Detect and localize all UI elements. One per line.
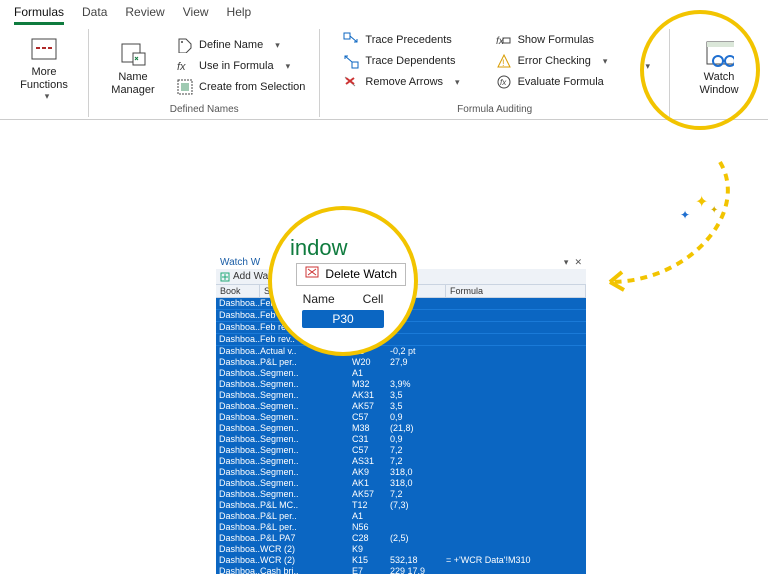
watch-row[interactable]: Dashboa...Cash bri..E7229 17,9 bbox=[216, 566, 586, 574]
show-formulas-icon: fx bbox=[496, 32, 512, 48]
delete-icon bbox=[305, 266, 319, 283]
watch-row[interactable]: Dashboa...Segmen..AS317,2 bbox=[216, 456, 586, 467]
more-functions-label: More Functions bbox=[20, 66, 68, 91]
use-in-formula-button[interactable]: fx Use in Formula ▾ bbox=[173, 57, 309, 75]
selection-icon bbox=[177, 79, 193, 95]
show-formulas-label: Show Formulas bbox=[518, 34, 594, 46]
remove-arrows-label: Remove Arrows bbox=[365, 76, 443, 88]
tab-data[interactable]: Data bbox=[82, 2, 107, 25]
chevron-down-icon: ▾ bbox=[455, 77, 460, 88]
watch-row[interactable]: Dashboa...Segmen..AK573,5 bbox=[216, 401, 586, 412]
group-formula-auditing: Trace Precedents Trace Dependents Remove… bbox=[320, 29, 670, 117]
watch-row[interactable]: Dashboa...WCR (2)K9 bbox=[216, 544, 586, 555]
group-label-empty2 bbox=[718, 104, 721, 115]
name-manager-label: Name Manager bbox=[111, 71, 154, 96]
zoom-delete-watch-label: Delete Watch bbox=[325, 267, 397, 281]
watch-row[interactable]: Dashboa...Segmen..AK313,5 bbox=[216, 390, 586, 401]
evaluate-formula-icon: fx bbox=[496, 74, 512, 90]
sparkle-icon: ✦ bbox=[695, 192, 708, 212]
fx-icon: fx bbox=[177, 58, 193, 74]
watch-window-title: Watch W bbox=[220, 257, 260, 268]
watch-row[interactable]: Dashboa...Segmen..C577,2 bbox=[216, 445, 586, 456]
watch-row[interactable]: Dashboa...P&L PA7C28(2,5) bbox=[216, 533, 586, 544]
group-label-empty bbox=[43, 104, 46, 115]
remove-arrows-button[interactable]: Remove Arrows ▾ bbox=[339, 73, 463, 91]
more-functions-icon bbox=[29, 35, 59, 63]
define-name-button[interactable]: Define Name ▾ bbox=[173, 36, 309, 54]
watch-window-button[interactable]: Watch Window bbox=[680, 36, 758, 96]
remove-arrows-icon bbox=[343, 74, 359, 90]
zoom-highlight-cell: P30 bbox=[302, 310, 383, 328]
watch-row[interactable]: Dashboa...Segmen..AK577,2 bbox=[216, 489, 586, 500]
chevron-down-icon[interactable]: ▾ bbox=[645, 61, 650, 72]
error-checking-label: Error Checking bbox=[518, 55, 591, 67]
ribbon-groups: More Functions ▾ Name Manager bbox=[0, 25, 768, 117]
trace-precedents-button[interactable]: Trace Precedents bbox=[339, 31, 463, 49]
evaluate-formula-label: Evaluate Formula bbox=[518, 76, 604, 88]
callout-arrow bbox=[590, 142, 760, 302]
use-in-formula-label: Use in Formula bbox=[199, 60, 274, 72]
zoom-col-cell: Cell bbox=[363, 292, 384, 306]
sparkle-icon: ✦ bbox=[710, 205, 718, 216]
zoom-delete-watch-button[interactable]: Delete Watch bbox=[296, 263, 406, 286]
watch-row[interactable]: Dashboa...P&L MC..T12(7,3) bbox=[216, 500, 586, 511]
trace-precedents-label: Trace Precedents bbox=[365, 34, 451, 46]
svg-text:fx: fx bbox=[177, 61, 186, 73]
add-icon bbox=[220, 272, 230, 282]
watch-row[interactable]: Dashboa...Segmen..C570,9 bbox=[216, 412, 586, 423]
watch-window-label: Watch Window bbox=[699, 71, 738, 96]
group-defined-names: Name Manager Define Name ▾ fx Us bbox=[89, 29, 320, 117]
chevron-down-icon: ▾ bbox=[603, 56, 608, 67]
more-functions-button[interactable]: More Functions ▾ bbox=[10, 31, 78, 102]
watch-row[interactable]: Dashboa...P&L per..W2027,9 bbox=[216, 357, 586, 368]
zoom-col-name: Name bbox=[303, 292, 335, 306]
close-icon[interactable]: ✕ bbox=[574, 257, 582, 268]
tab-strip: Formulas Data Review View Help bbox=[0, 0, 768, 25]
watch-row[interactable]: Dashboa...Segmen..AK9318,0 bbox=[216, 467, 586, 478]
tab-view[interactable]: View bbox=[183, 2, 209, 25]
watch-row[interactable]: Dashboa...P&L per..A1 bbox=[216, 511, 586, 522]
trace-dependents-label: Trace Dependents bbox=[365, 55, 455, 67]
watch-row[interactable]: Dashboa...Segmen..C310,9 bbox=[216, 434, 586, 445]
watch-row[interactable]: Dashboa...Segmen..M38(21,8) bbox=[216, 423, 586, 434]
name-manager-button[interactable]: Name Manager bbox=[99, 36, 167, 96]
trace-precedents-icon bbox=[343, 32, 359, 48]
watch-row[interactable]: Dashboa...Segmen..AK1318,0 bbox=[216, 478, 586, 489]
group-function-library: More Functions ▾ bbox=[0, 29, 89, 117]
callout-circle-zoom: indow Delete Watch Name Cell P30 bbox=[268, 206, 418, 356]
svg-text:fx: fx bbox=[500, 78, 507, 87]
show-formulas-button[interactable]: fx Show Formulas bbox=[492, 31, 612, 49]
trace-dependents-icon bbox=[343, 53, 359, 69]
chevron-down-icon: ▾ bbox=[275, 40, 280, 51]
group-label-formula-auditing: Formula Auditing bbox=[457, 104, 532, 115]
watch-row[interactable]: Dashboa...Segmen..A1 bbox=[216, 368, 586, 379]
tag-icon bbox=[177, 37, 193, 53]
group-watch-window: Watch Window bbox=[670, 29, 768, 117]
chevron-down-icon: ▾ bbox=[45, 91, 50, 101]
error-checking-icon: ! bbox=[496, 53, 512, 69]
error-checking-button[interactable]: ! Error Checking ▾ bbox=[492, 52, 612, 70]
tab-review[interactable]: Review bbox=[125, 2, 164, 25]
chevron-down-icon: ▾ bbox=[286, 61, 291, 72]
evaluate-formula-button[interactable]: fx Evaluate Formula bbox=[492, 73, 612, 91]
dropdown-icon[interactable]: ▾ bbox=[564, 257, 569, 268]
watch-window-icon bbox=[704, 40, 734, 68]
watch-row[interactable]: Dashboa...Segmen..M323,9% bbox=[216, 379, 586, 390]
name-manager-icon bbox=[118, 40, 148, 68]
svg-text:!: ! bbox=[502, 58, 505, 68]
create-from-selection-button[interactable]: Create from Selection bbox=[173, 78, 309, 96]
col-formula[interactable]: Formula bbox=[446, 285, 586, 297]
define-name-label: Define Name bbox=[199, 39, 263, 51]
group-label-defined-names: Defined Names bbox=[170, 104, 239, 115]
watch-row[interactable]: Dashboa...P&L per..N56 bbox=[216, 522, 586, 533]
sparkle-icon: ✦ bbox=[680, 208, 690, 222]
zoom-title-fragment: indow bbox=[290, 235, 347, 261]
tab-help[interactable]: Help bbox=[227, 2, 252, 25]
create-from-selection-label: Create from Selection bbox=[199, 81, 305, 93]
col-book[interactable]: Book bbox=[216, 285, 260, 297]
watch-row[interactable]: Dashboa...WCR (2)K15532,18= +'WCR Data'!… bbox=[216, 555, 586, 566]
tab-formulas[interactable]: Formulas bbox=[14, 2, 64, 25]
ribbon: Formulas Data Review View Help More Func… bbox=[0, 0, 768, 120]
trace-dependents-button[interactable]: Trace Dependents bbox=[339, 52, 463, 70]
